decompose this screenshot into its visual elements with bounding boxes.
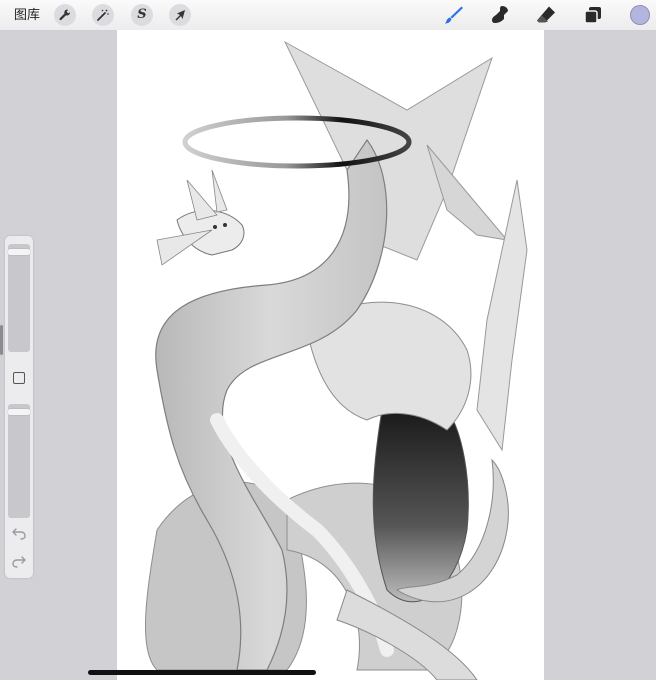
- brush-icon: [445, 6, 463, 24]
- selection-button[interactable]: S: [131, 4, 153, 26]
- smudge-icon: [492, 6, 508, 23]
- redo-button[interactable]: [11, 555, 27, 569]
- undo-icon: [12, 528, 26, 540]
- layers-icon: [584, 7, 601, 24]
- transform-button[interactable]: [169, 4, 191, 26]
- opacity-slider-handle[interactable]: [8, 409, 30, 415]
- color-picker-button[interactable]: [630, 5, 650, 25]
- redo-icon: [12, 556, 26, 568]
- drawing-canvas[interactable]: [117, 30, 544, 680]
- eraser-icon: [537, 6, 555, 23]
- left-sidebar: [5, 236, 33, 578]
- brush-tool-button[interactable]: [442, 3, 466, 27]
- wrench-icon: [59, 9, 71, 21]
- sidebar-drag-handle[interactable]: [0, 325, 3, 355]
- eraser-tool-button[interactable]: [534, 3, 558, 27]
- square-icon[interactable]: [13, 372, 25, 384]
- adjustments-button[interactable]: [92, 4, 114, 26]
- undo-button[interactable]: [11, 527, 27, 541]
- actions-button[interactable]: [54, 4, 76, 26]
- magic-wand-icon: [97, 9, 109, 21]
- selection-s-icon: S: [137, 7, 147, 22]
- artwork-illustration: [145, 40, 528, 680]
- home-indicator: [88, 670, 316, 675]
- layers-button[interactable]: [581, 3, 605, 27]
- brush-size-slider-handle[interactable]: [8, 249, 30, 255]
- gallery-button[interactable]: 图库: [14, 6, 40, 24]
- opacity-slider[interactable]: [8, 404, 30, 518]
- smudge-tool-button[interactable]: [488, 3, 512, 27]
- arrow-cursor-icon: [175, 10, 185, 21]
- top-toolbar: 图库 S: [0, 0, 656, 31]
- brush-size-slider[interactable]: [8, 244, 30, 352]
